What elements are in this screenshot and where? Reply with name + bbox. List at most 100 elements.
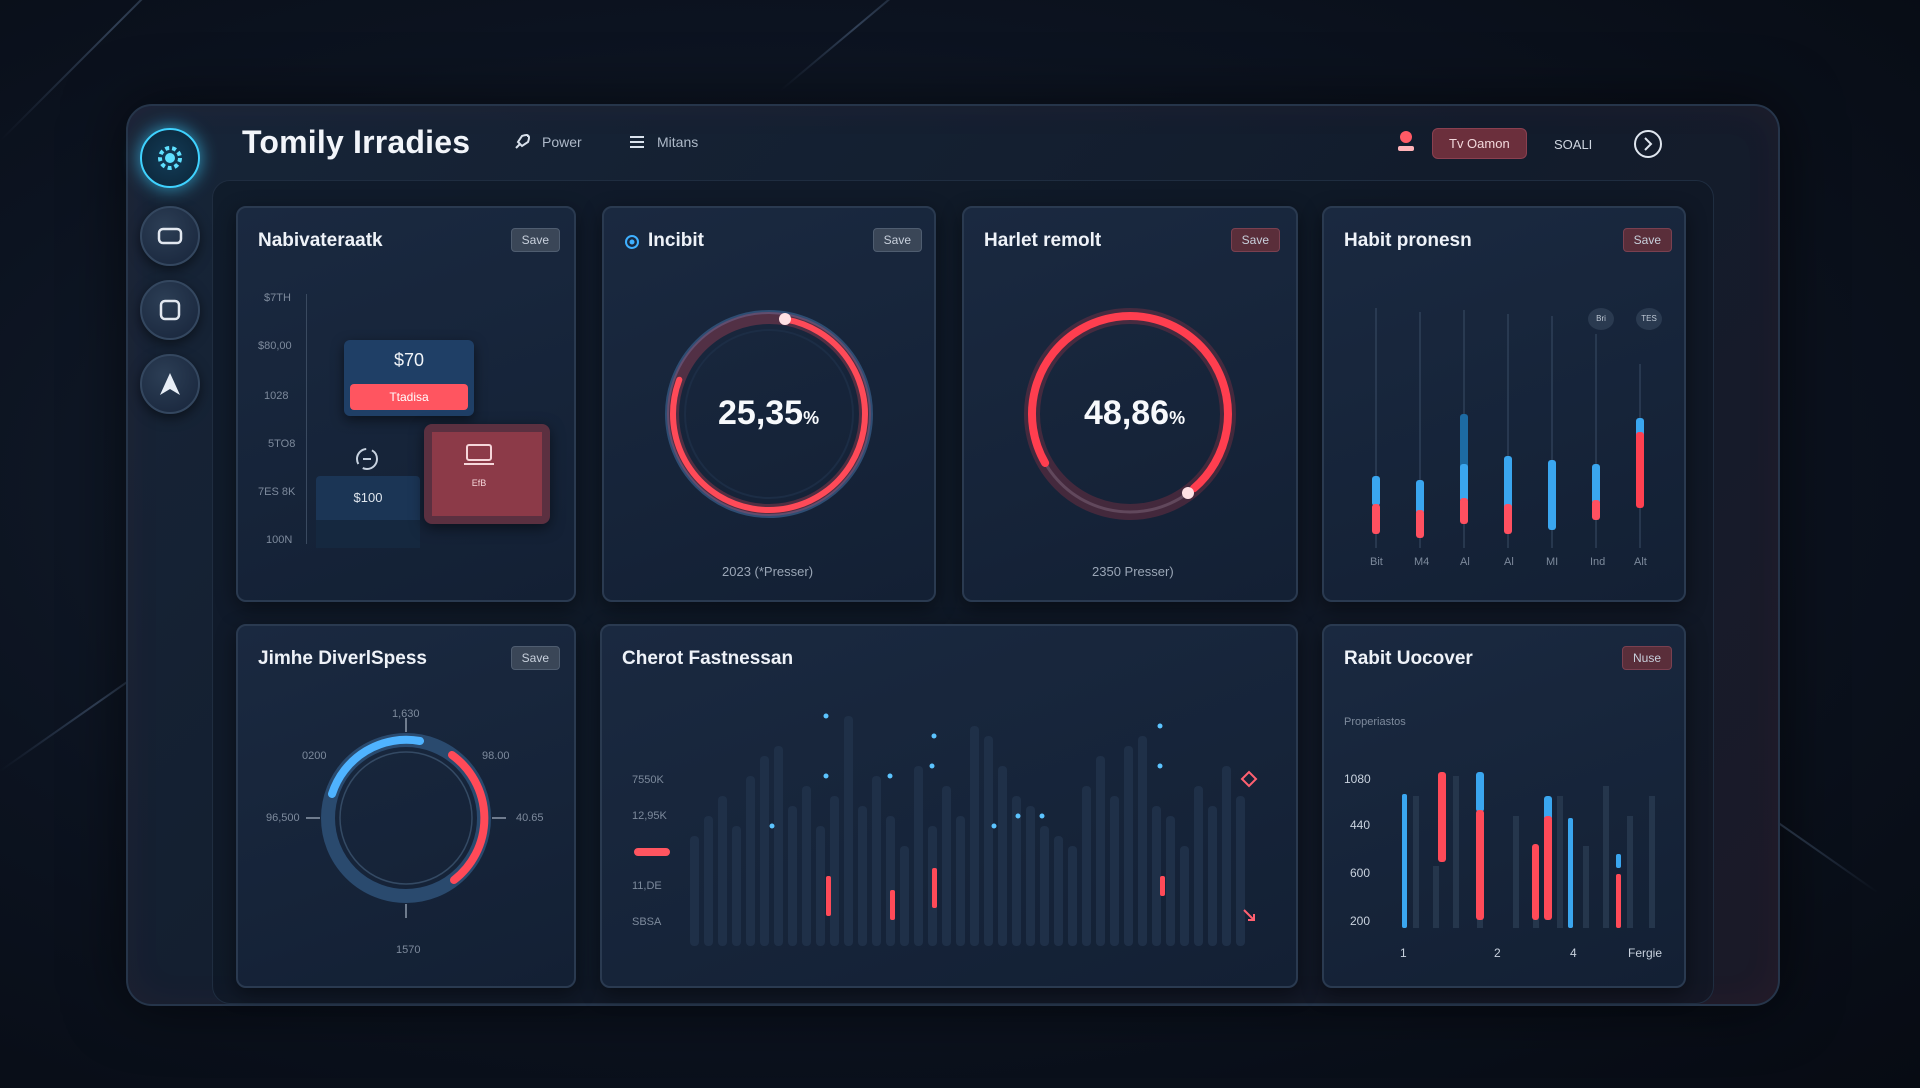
bar bbox=[1476, 810, 1484, 920]
gauge-tick-label: 98.00 bbox=[482, 750, 510, 762]
card-incibit: Incibit Save 25,35% 2023 (*Presser) bbox=[602, 206, 936, 602]
gauge-value: 48,86% bbox=[1084, 394, 1186, 432]
bar bbox=[704, 816, 713, 946]
gauge-tick-label: 40.65 bbox=[516, 812, 544, 824]
nav-item-mitans[interactable]: Mitans bbox=[627, 132, 698, 152]
bar bbox=[788, 806, 797, 946]
y-label: 5TO8 bbox=[268, 438, 296, 450]
bg-streak bbox=[779, 0, 934, 92]
candle bbox=[1636, 364, 1644, 548]
card-rabit: Rabit Uocover Nuse Properiastos 1080 440… bbox=[1322, 624, 1686, 988]
bar bbox=[1096, 756, 1105, 946]
y-label: 1028 bbox=[264, 390, 289, 402]
candlestick-chart bbox=[1372, 308, 1644, 548]
save-button[interactable]: Save bbox=[510, 228, 560, 252]
bar bbox=[970, 726, 979, 946]
save-button[interactable]: Save bbox=[1230, 228, 1280, 252]
bar bbox=[1124, 746, 1133, 946]
data-point bbox=[823, 773, 829, 779]
bar bbox=[914, 766, 923, 946]
bar bbox=[1026, 806, 1035, 946]
target-icon bbox=[625, 235, 639, 249]
bar bbox=[1222, 766, 1231, 946]
bar bbox=[1152, 806, 1161, 946]
highlight-bar bbox=[1160, 876, 1165, 896]
bar bbox=[760, 756, 769, 946]
power-button[interactable] bbox=[1632, 128, 1664, 160]
card-title: Nabivateraatk bbox=[258, 230, 383, 251]
bar bbox=[1110, 796, 1119, 946]
device-tile[interactable]: EfB bbox=[424, 424, 550, 524]
bar bbox=[830, 796, 839, 946]
gauge-tick-label: 1,630 bbox=[392, 708, 420, 720]
bar bbox=[1438, 772, 1446, 862]
card-jimhe: Jimhe DiverlSpess Save 1,630 0200 98.00 … bbox=[236, 624, 576, 988]
y-label: 600 bbox=[1350, 866, 1371, 880]
price-card[interactable]: $100 bbox=[316, 476, 420, 548]
price-card[interactable]: $70 Ttadisa bbox=[344, 340, 474, 416]
sidebar-item-window[interactable] bbox=[140, 280, 200, 340]
bar bbox=[802, 786, 811, 946]
card-title: Jimhe DiverlSpess bbox=[258, 648, 427, 669]
y-label: 200 bbox=[1350, 914, 1371, 928]
bar bbox=[886, 816, 895, 946]
highlight-bar bbox=[932, 868, 937, 908]
arrow-icon[interactable] bbox=[1240, 906, 1258, 924]
x-label: Ind bbox=[1590, 556, 1606, 568]
x-label: Al bbox=[1504, 556, 1514, 568]
user-avatar[interactable] bbox=[1394, 128, 1418, 154]
candle bbox=[1460, 310, 1468, 548]
bar bbox=[1180, 846, 1189, 946]
data-point bbox=[929, 763, 935, 769]
card-title: Incibit bbox=[648, 230, 704, 251]
refresh-icon[interactable] bbox=[352, 444, 382, 474]
user-button[interactable]: Tv Oamon bbox=[1432, 128, 1527, 159]
sidebar-item-navigate[interactable] bbox=[140, 354, 200, 414]
y-label: $7TH bbox=[264, 292, 291, 304]
gauge-knob bbox=[779, 313, 791, 325]
bar bbox=[1068, 846, 1077, 946]
bar bbox=[1012, 796, 1021, 946]
save-button[interactable]: Save bbox=[510, 646, 560, 670]
nav-label: Power bbox=[542, 134, 582, 150]
bar bbox=[858, 806, 867, 946]
gauge-value: 25,35% bbox=[718, 394, 820, 432]
square-icon bbox=[159, 299, 181, 321]
bar bbox=[984, 736, 993, 946]
y-label: 12,95K bbox=[632, 810, 667, 822]
monitor-icon bbox=[157, 227, 183, 245]
x-label: MI bbox=[1546, 556, 1559, 568]
data-point bbox=[1157, 723, 1163, 729]
card-harlet: Harlet remolt Save 48,86% 2350 Presser) bbox=[962, 206, 1298, 602]
bar bbox=[1616, 874, 1621, 928]
data-point bbox=[823, 713, 829, 719]
tag-icon[interactable] bbox=[1238, 768, 1260, 790]
bar bbox=[900, 846, 909, 946]
y-label: 7550K bbox=[632, 774, 664, 786]
card-cherot: Cherot Fastnessan 7550K 12,95K 11,DE SBS… bbox=[600, 624, 1298, 988]
card-title: Cherot Fastnessan bbox=[622, 648, 794, 669]
nav-item-power[interactable]: Power bbox=[512, 132, 582, 152]
nuse-button[interactable]: Nuse bbox=[1621, 646, 1672, 670]
gauge-knob bbox=[1182, 487, 1194, 499]
card-navigation: Nabivateraatk Save $7TH $80,00 1028 5TO8… bbox=[236, 206, 576, 602]
bar bbox=[1568, 818, 1573, 928]
price-action-button[interactable]: Ttadisa bbox=[350, 384, 468, 410]
save-button[interactable]: Save bbox=[1622, 228, 1672, 252]
data-point bbox=[1039, 813, 1045, 819]
card-title: Rabit Uocover bbox=[1344, 648, 1473, 669]
status-text: SOALI bbox=[1554, 137, 1593, 152]
bar bbox=[1616, 854, 1621, 868]
sidebar-item-settings[interactable] bbox=[140, 128, 200, 188]
price-value: $100 bbox=[353, 490, 383, 505]
bar bbox=[942, 786, 951, 946]
bar bbox=[732, 826, 741, 946]
gauge-tick-label: 1570 bbox=[396, 944, 421, 956]
tile-caption: EfB bbox=[471, 478, 487, 488]
card-title: Habit pronesn bbox=[1344, 230, 1472, 251]
highlight-bar bbox=[826, 876, 831, 916]
x-label: M4 bbox=[1414, 556, 1430, 568]
sidebar-item-display[interactable] bbox=[140, 206, 200, 266]
save-button[interactable]: Save bbox=[872, 228, 922, 252]
data-point bbox=[991, 823, 997, 829]
